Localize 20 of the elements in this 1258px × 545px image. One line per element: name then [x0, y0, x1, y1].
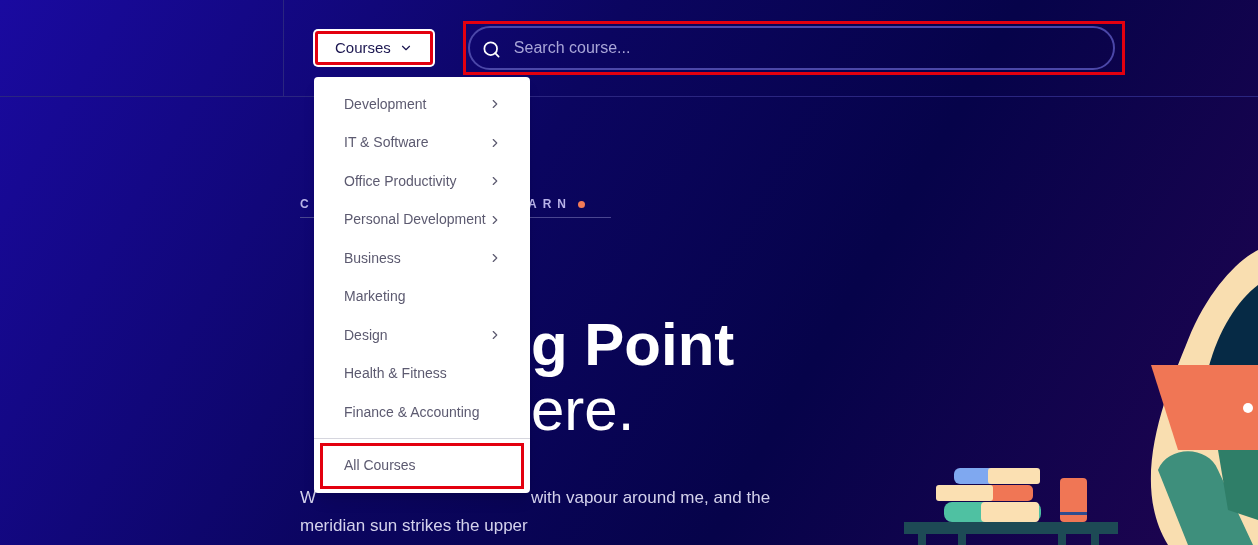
- headline-text: g Point: [531, 312, 735, 378]
- menu-item[interactable]: Health & Fitness: [314, 354, 530, 393]
- menu-item[interactable]: Development: [314, 85, 530, 124]
- paragraph-text: W: [300, 487, 318, 509]
- menu-item[interactable]: IT & Software: [314, 123, 530, 162]
- menu-item[interactable]: Design: [314, 316, 530, 355]
- eyebrow-text: C: [300, 196, 316, 213]
- menu-item[interactable]: Business: [314, 239, 530, 278]
- headline-text: ere.: [531, 378, 635, 442]
- menu-item[interactable]: Finance & Accounting: [314, 393, 530, 432]
- paragraph-text: meridian sun strikes the upper: [300, 515, 528, 537]
- menu-item[interactable]: All Courses: [320, 442, 524, 489]
- search-field[interactable]: Search course...: [467, 26, 1115, 70]
- courses-button[interactable]: Courses: [315, 31, 433, 65]
- menu-item[interactable]: Personal Development: [314, 200, 530, 239]
- paragraph-text: with vapour around me, and the: [531, 487, 771, 509]
- menu-item[interactable]: Marketing: [314, 277, 530, 316]
- search-icon: [481, 40, 501, 59]
- menu-item[interactable]: Office Productivity: [314, 162, 530, 201]
- eyebrow-text: ARN: [528, 196, 572, 213]
